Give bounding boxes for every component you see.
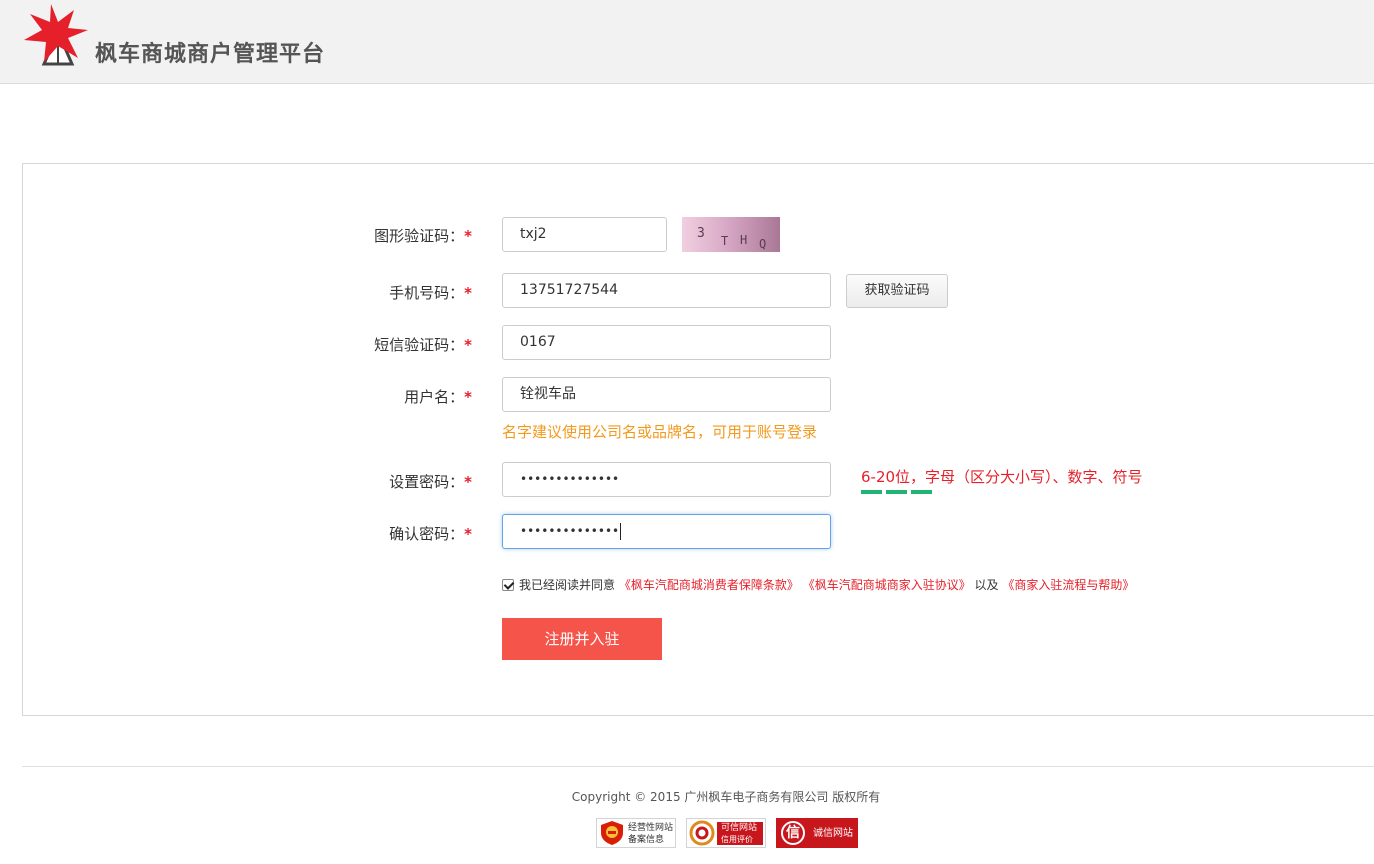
captcha-input-value: txj2 [520, 226, 547, 242]
password-hint: 6-20位，字母（区分大小写）、数字、符号 [861, 468, 1143, 486]
confirm-password-input[interactable]: •••••••••••••• [502, 514, 831, 549]
captcha-image[interactable]: 3 T H Q [682, 217, 780, 252]
required-mark: * [464, 525, 472, 543]
badge-line2: 信用评价 [721, 835, 753, 844]
header-bar: 枫车商城商户管理平台 [0, 0, 1374, 84]
captcha-char: T [721, 234, 729, 248]
get-sms-code-button[interactable]: 获取验证码 [846, 274, 948, 308]
consumer-terms-link[interactable]: 《枫车汽配商城消费者保障条款》 [619, 578, 799, 592]
integrity-glyph-icon: 信 [781, 821, 805, 845]
badge-trusted-site[interactable]: 可信网站 信用评价 [686, 818, 766, 848]
password-input-value: •••••••••••••• [520, 472, 620, 486]
badge-line2: 备案信息 [628, 835, 665, 845]
phone-label: 手机号码：* [272, 282, 472, 303]
footer-divider [22, 766, 1374, 767]
shield-icon [601, 821, 623, 845]
password-label-text: 设置密码： [389, 473, 465, 491]
phone-input[interactable]: 13751727544 [502, 273, 831, 308]
sms-code-label: 短信验证码：* [272, 334, 472, 355]
password-strength-bar [861, 490, 882, 494]
brand-title: 枫车商城商户管理平台 [95, 42, 326, 67]
sms-code-input[interactable]: 0167 [502, 325, 831, 360]
captcha-char: 3 [697, 226, 705, 241]
captcha-label: 图形验证码：* [272, 225, 472, 246]
badge-business-record[interactable]: 经营性网站 备案信息 [596, 818, 676, 848]
password-label: 设置密码：* [272, 471, 472, 492]
badge-line1: 诚信网站 [813, 828, 853, 839]
merchant-agreement-link[interactable]: 《枫车汽配商城商家入驻协议》 [803, 578, 971, 592]
captcha-input[interactable]: txj2 [502, 217, 667, 252]
agreement-row: 我已经阅读并同意 《枫车汽配商城消费者保障条款》 《枫车汽配商城商家入驻协议》 … [502, 576, 1134, 593]
password-strength-bar [886, 490, 907, 494]
captcha-char: Q [759, 237, 767, 251]
confirm-password-input-value: •••••••••••••• [520, 524, 620, 538]
swirl-icon [689, 820, 715, 846]
required-mark: * [464, 388, 472, 406]
captcha-char: H [740, 233, 748, 247]
required-mark: * [464, 336, 472, 354]
phone-input-value: 13751727544 [520, 282, 618, 298]
phone-label-text: 手机号码： [389, 284, 465, 302]
merchant-help-link[interactable]: 《商家入驻流程与帮助》 [1002, 578, 1134, 592]
agreement-checkbox[interactable] [502, 579, 514, 591]
badge-trusted-site-banner: 可信网站 信用评价 [717, 822, 763, 845]
username-label-text: 用户名： [404, 388, 465, 406]
agreement-connector: 以及 [974, 578, 999, 592]
required-mark: * [464, 284, 472, 302]
badge-line1: 经营性网站 [628, 823, 674, 833]
sms-code-input-value: 0167 [520, 334, 556, 350]
password-strength-bar [911, 490, 932, 494]
captcha-label-text: 图形验证码： [374, 227, 465, 245]
sms-code-label-text: 短信验证码： [374, 336, 465, 354]
copyright-text: Copyright © 2015 广州枫车电子商务有限公司 版权所有 [571, 790, 881, 804]
confirm-password-label: 确认密码：* [272, 523, 472, 544]
confirm-password-label-text: 确认密码： [389, 525, 465, 543]
register-submit-button[interactable]: 注册并入驻 [502, 618, 662, 660]
agreement-prefix: 我已经阅读并同意 [519, 578, 616, 592]
maple-logo-icon [24, 4, 88, 66]
username-input-value: 铨视车品 [520, 386, 576, 402]
required-mark: * [464, 473, 472, 491]
required-mark: * [464, 227, 472, 245]
text-caret [620, 523, 622, 540]
password-input[interactable]: •••••••••••••• [502, 462, 831, 497]
badge-line1: 可信网站 [721, 823, 758, 833]
username-input[interactable]: 铨视车品 [502, 377, 831, 412]
username-label: 用户名：* [272, 386, 472, 407]
badge-integrity-site[interactable]: 信 诚信网站 [776, 818, 858, 848]
username-hint: 名字建议使用公司名或品牌名，可用于账号登录 [502, 423, 818, 441]
